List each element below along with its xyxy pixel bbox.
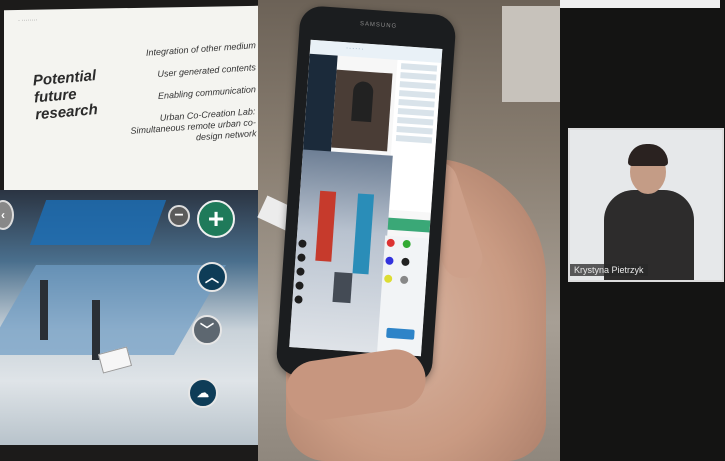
color-swatch[interactable] bbox=[401, 257, 411, 267]
red-building bbox=[315, 190, 337, 262]
blue-building bbox=[352, 193, 375, 275]
dark-building bbox=[332, 271, 353, 304]
tool-button[interactable] bbox=[294, 295, 303, 304]
slide-item: Urban Co-Creation Lab: Simultaneous remo… bbox=[130, 106, 257, 143]
participant-name-tag: Krystyna Pietrzyk bbox=[570, 264, 648, 276]
app-header-text: · · · · · · bbox=[345, 45, 364, 53]
screen-edge bbox=[560, 0, 720, 8]
app-video-feed bbox=[331, 69, 393, 152]
color-swatch[interactable] bbox=[400, 275, 409, 285]
color-swatch[interactable] bbox=[402, 239, 412, 249]
phone-screen[interactable]: · · · · · · bbox=[289, 39, 443, 357]
chevron-up-icon[interactable]: ︿ bbox=[197, 262, 227, 292]
minus-icon[interactable]: − bbox=[168, 205, 190, 227]
photo-scene: · ········ Potential future research Int… bbox=[0, 0, 725, 461]
slide-title: Potential future research bbox=[32, 67, 99, 124]
water-area bbox=[0, 265, 226, 355]
slide-item: Enabling communication bbox=[157, 84, 257, 101]
shelf bbox=[502, 6, 562, 102]
map-pillar bbox=[40, 280, 48, 340]
slide-header-text: · ········ bbox=[18, 17, 38, 24]
presentation-slide: · ········ Potential future research Int… bbox=[4, 5, 258, 199]
participant-hair bbox=[628, 144, 668, 166]
smartphone: SAMSUNG · · · · · · bbox=[275, 5, 457, 385]
video-call-tile[interactable]: Krystyna Pietrzyk bbox=[568, 128, 724, 282]
slide-item: User generated contents bbox=[157, 62, 257, 80]
color-swatch[interactable] bbox=[383, 274, 393, 284]
water-area bbox=[29, 200, 167, 245]
tool-button[interactable] bbox=[297, 253, 306, 262]
app-settings-panel[interactable] bbox=[387, 59, 442, 213]
tool-button[interactable] bbox=[298, 239, 307, 248]
tool-button[interactable] bbox=[295, 281, 304, 290]
cloud-upload-icon[interactable]: ☁ bbox=[188, 378, 218, 408]
map-pillar bbox=[92, 300, 100, 360]
slide-item-list: Integration of other medium User generat… bbox=[116, 40, 257, 156]
plus-icon[interactable]: + bbox=[197, 200, 235, 238]
phone-brand-text: SAMSUNG bbox=[359, 21, 398, 30]
color-swatch[interactable] bbox=[386, 238, 395, 248]
video-person bbox=[351, 80, 374, 123]
app-action-button[interactable] bbox=[386, 327, 415, 340]
app-green-bar[interactable] bbox=[385, 217, 431, 233]
tool-button[interactable] bbox=[296, 267, 305, 276]
chevron-down-icon[interactable]: ﹀ bbox=[192, 315, 222, 345]
slide-item: Integration of other medium bbox=[145, 40, 257, 58]
color-swatch[interactable] bbox=[385, 256, 394, 266]
